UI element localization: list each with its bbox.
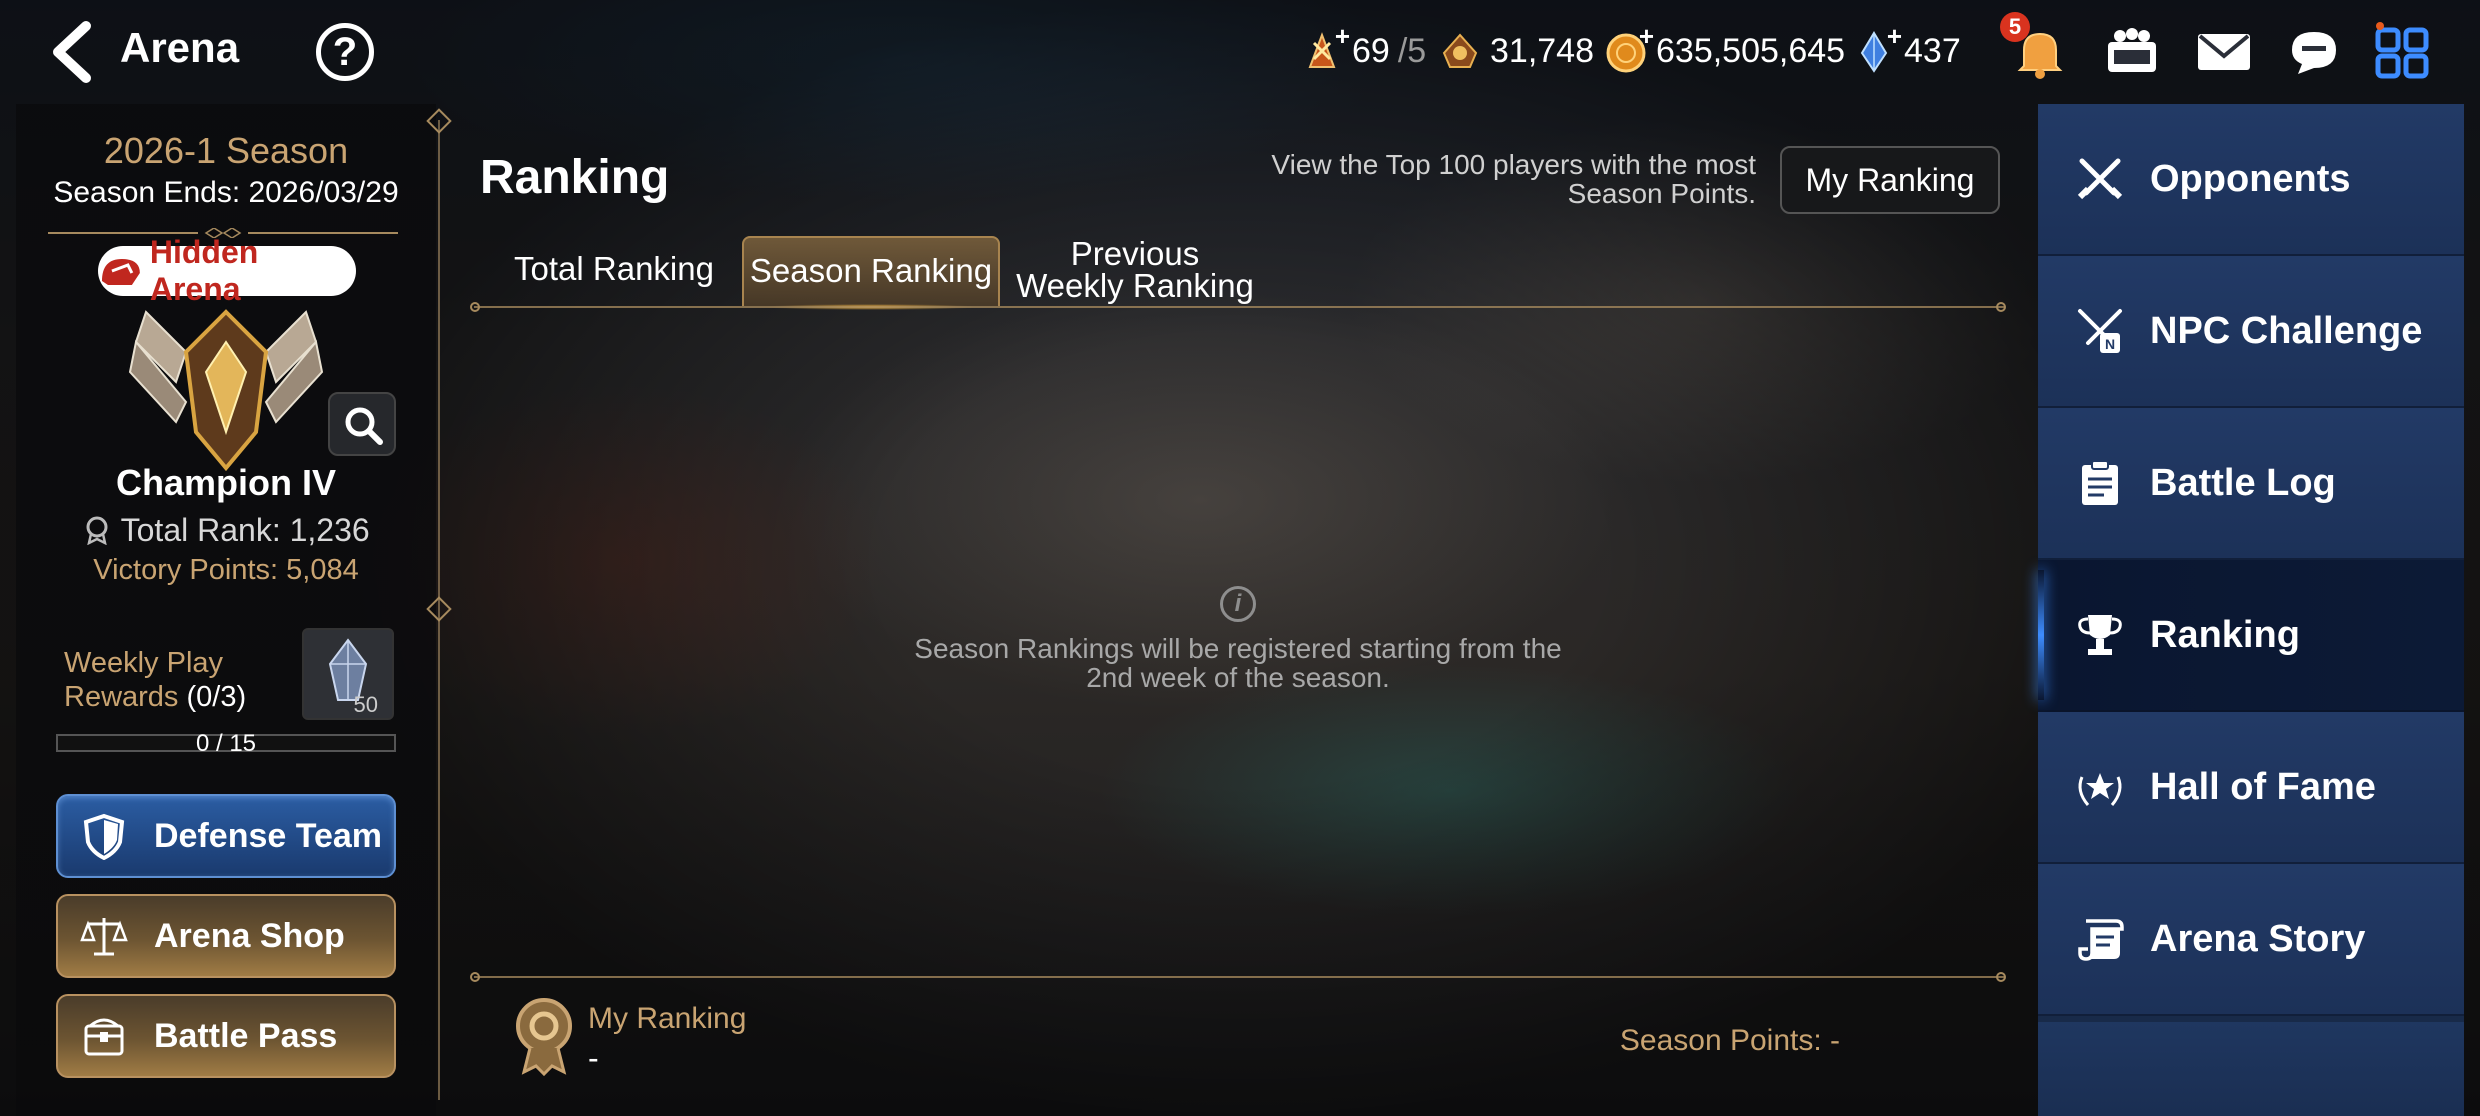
shield-icon bbox=[83, 813, 125, 860]
magnifier-icon bbox=[345, 407, 383, 445]
ranking-description: View the Top 100 players with the most S… bbox=[1150, 150, 1756, 208]
menu-hall-of-fame-label: Hall of Fame bbox=[2150, 765, 2376, 808]
menu-battle-log-label: Battle Log bbox=[2150, 461, 2336, 504]
clipboard-icon bbox=[2082, 460, 2118, 505]
arena-shop-label: Arena Shop bbox=[154, 916, 345, 955]
rank-tier: Champion IV bbox=[115, 462, 336, 503]
empty-message-line1: Season Rankings will be registered start… bbox=[914, 633, 1562, 664]
my-ranking-label: My Ranking bbox=[588, 1002, 747, 1035]
menu-npc-challenge-label: NPC Challenge bbox=[2150, 309, 2423, 352]
npc-swords-icon: N bbox=[2078, 309, 2122, 353]
laurel-star-icon bbox=[2078, 773, 2122, 806]
battle-pass-button[interactable]: Battle Pass bbox=[56, 994, 396, 1078]
menu-arena-story-label: Arena Story bbox=[2150, 917, 2366, 960]
season-ends: Season Ends: 2026/03/29 bbox=[53, 176, 399, 209]
arena-ticket-icon: + bbox=[1300, 21, 1350, 73]
tab-prev-line2: Weekly Ranking bbox=[1016, 267, 1254, 304]
menu-opponents-label: Opponents bbox=[2150, 157, 2351, 200]
info-icon: i bbox=[1220, 586, 1256, 622]
season-info-panel: 2026-1 Season Season Ends: 2026/03/29 Hi… bbox=[16, 104, 436, 1116]
arena-shop-button[interactable]: Arena Shop bbox=[56, 894, 396, 978]
my-ranking-button[interactable]: My Ranking bbox=[1780, 146, 2000, 214]
hidden-arena-label: Hidden Arena bbox=[149, 234, 259, 307]
svg-text:N: N bbox=[2105, 336, 2115, 352]
ranking-desc-line1: View the Top 100 players with the most bbox=[1271, 149, 1756, 180]
tab-underline bbox=[474, 306, 2004, 308]
help-icon[interactable]: ? bbox=[316, 23, 374, 81]
weekly-label-line2: Rewards bbox=[64, 681, 179, 713]
bottom-divider bbox=[474, 976, 2004, 978]
points-value: 31,748 bbox=[1490, 31, 1594, 70]
stamina-value: 69 bbox=[1352, 31, 1390, 70]
tab-rule-cap-left bbox=[470, 302, 480, 312]
rank-medal-icon bbox=[86, 516, 108, 546]
victory-points: Victory Points: 5,084 bbox=[93, 554, 359, 586]
hidden-arena-badge: Hidden Arena bbox=[98, 234, 356, 307]
my-ranking-medal-icon bbox=[516, 998, 572, 1076]
my-ranking-value: - bbox=[588, 1040, 599, 1076]
ranking-title: Ranking bbox=[480, 151, 670, 204]
scroll-icon bbox=[2078, 919, 2124, 961]
scales-icon bbox=[80, 918, 128, 956]
chat-icon[interactable] bbox=[2284, 22, 2344, 82]
reward-crystal-icon bbox=[328, 638, 368, 701]
tier-info-button[interactable] bbox=[328, 392, 396, 456]
menu-battle-log[interactable]: Battle Log bbox=[2038, 408, 2464, 560]
crystal-icon: + bbox=[1852, 21, 1902, 73]
menu-filler bbox=[2038, 1022, 2464, 1116]
treasure-chest-icon bbox=[84, 1018, 124, 1056]
stamina-max: /5 bbox=[1397, 31, 1427, 70]
main-menu-grid-icon[interactable] bbox=[2372, 22, 2432, 82]
arena-side-menu: Opponents N NPC Challenge Battle Log Ran… bbox=[2038, 104, 2464, 1116]
stamina-currency[interactable]: + 69/5 bbox=[1300, 21, 1427, 76]
menu-npc-challenge[interactable]: N NPC Challenge bbox=[2038, 256, 2464, 408]
points-currency: 31,748 bbox=[1438, 26, 1594, 76]
helmet-coin-icon bbox=[1438, 29, 1482, 73]
champion-emblem-icon bbox=[128, 309, 324, 472]
gold-currency[interactable]: + 635,505,645 bbox=[1604, 21, 1846, 76]
page-title: Arena bbox=[120, 24, 240, 71]
tab-previous-weekly-ranking[interactable]: Previous Weekly Ranking bbox=[1010, 236, 1260, 306]
mail-icon[interactable] bbox=[2194, 22, 2254, 82]
season-points: Season Points: - bbox=[1619, 1024, 1840, 1057]
weekly-count: (0/3) bbox=[186, 681, 247, 713]
friends-board-icon[interactable] bbox=[2102, 22, 2162, 82]
menu-hall-of-fame[interactable]: Hall of Fame bbox=[2038, 712, 2464, 864]
top-bar: Arena ? + 69/5 31,748 + 635,505,645 + 43… bbox=[0, 0, 2480, 104]
bottom-rule-cap-left bbox=[470, 972, 480, 982]
menu-ranking[interactable]: Ranking bbox=[2038, 560, 2464, 712]
gold-value: 635,505,645 bbox=[1656, 31, 1846, 70]
menu-ranking-label: Ranking bbox=[2150, 613, 2300, 656]
reward-quantity: 50 bbox=[353, 692, 378, 717]
empty-ranking-message: Season Rankings will be registered start… bbox=[880, 634, 1596, 692]
weekly-progress-text: 0 / 15 bbox=[195, 730, 257, 757]
crystal-currency[interactable]: + 437 bbox=[1852, 21, 1961, 76]
notification-badge: 5 bbox=[2000, 12, 2030, 42]
defense-team-label: Defense Team bbox=[154, 816, 383, 855]
hidden-arena-icon bbox=[101, 259, 140, 285]
battle-pass-label: Battle Pass bbox=[154, 1016, 338, 1055]
empty-message-line2: 2nd week of the season. bbox=[1086, 662, 1390, 693]
crossed-swords-icon bbox=[2077, 158, 2123, 200]
total-rank: Total Rank: 1,236 bbox=[16, 512, 436, 549]
bottom-rule-cap-right bbox=[1996, 972, 2006, 982]
weekly-label-line1: Weekly Play bbox=[64, 647, 224, 679]
total-rank-text: Total Rank: 1,236 bbox=[120, 512, 370, 548]
gold-coin-icon: + bbox=[1604, 21, 1654, 73]
weekly-play-rewards: Weekly Play Rewards (0/3) bbox=[64, 646, 246, 714]
tab-rule-cap-right bbox=[1996, 302, 2006, 312]
menu-opponents[interactable]: Opponents bbox=[2038, 104, 2464, 256]
menu-arena-story[interactable]: Arena Story bbox=[2038, 864, 2464, 1016]
crystal-value: 437 bbox=[1904, 31, 1961, 70]
defense-team-button[interactable]: Defense Team bbox=[56, 794, 396, 878]
tab-season-ranking[interactable]: Season Ranking bbox=[742, 236, 1000, 310]
tab-total-ranking[interactable]: Total Ranking bbox=[500, 236, 728, 306]
weekly-reward-item[interactable]: 50 bbox=[302, 628, 394, 720]
tab-prev-line1: Previous bbox=[1070, 235, 1200, 272]
back-arrow-icon[interactable] bbox=[40, 18, 110, 86]
ranking-desc-line2: Season Points. bbox=[1567, 178, 1756, 209]
trophy-icon bbox=[2078, 615, 2122, 655]
season-title: 2026-1 Season bbox=[103, 130, 349, 171]
